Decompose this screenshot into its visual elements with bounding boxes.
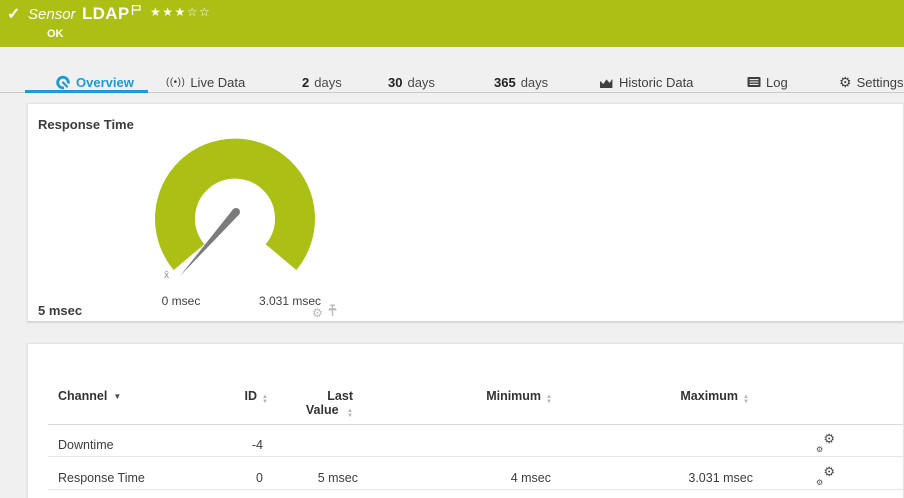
tab-overview[interactable]: Overview bbox=[55, 72, 134, 92]
channels-table: Channel ▼ ID ▲▼ Last Value ▲▼ Minimum ▲▼ Ma… bbox=[27, 343, 904, 498]
tab-label: days bbox=[314, 75, 341, 90]
pin-icon[interactable] bbox=[327, 304, 338, 322]
column-label: Minimum bbox=[486, 389, 541, 403]
column-header-maximum[interactable]: Maximum ▲▼ bbox=[639, 389, 749, 405]
flag-icon bbox=[131, 3, 143, 21]
priority-stars[interactable]: ★★★☆☆ bbox=[150, 5, 211, 19]
row-divider bbox=[48, 489, 903, 490]
tab-30-days[interactable]: 30 days bbox=[388, 72, 435, 92]
row-divider bbox=[48, 456, 903, 457]
response-time-gauge bbox=[141, 126, 341, 301]
gauge-average-marker: x̄ bbox=[164, 270, 169, 281]
tab-label: Settings bbox=[857, 75, 904, 90]
sensor-kind-label: Sensor bbox=[28, 6, 76, 23]
tab-label: Historic Data bbox=[619, 75, 693, 90]
cell-channel: Response Time bbox=[58, 471, 145, 485]
sort-icon: ▲▼ bbox=[743, 395, 749, 405]
sort-icon: ▲▼ bbox=[347, 409, 353, 419]
column-label: Last Value bbox=[306, 389, 353, 417]
sensor-status-badge: OK bbox=[47, 28, 64, 40]
column-header-last-value[interactable]: Last Value ▲▼ bbox=[297, 389, 353, 419]
tab-log[interactable]: Log bbox=[747, 72, 788, 92]
sensor-header: ✓ Sensor LDAP ★★★☆☆ OK bbox=[0, 0, 904, 47]
tab-historic-data[interactable]: Historic Data bbox=[599, 72, 693, 92]
header-divider bbox=[48, 424, 903, 425]
active-tab-underline bbox=[25, 90, 148, 93]
column-label: Maximum bbox=[680, 389, 738, 403]
current-value: 5 msec bbox=[38, 303, 82, 318]
gauge-min-label: 0 msec bbox=[151, 294, 211, 308]
gauge-icon bbox=[55, 74, 71, 90]
tab-label: Overview bbox=[76, 75, 134, 90]
area-chart-icon bbox=[599, 76, 614, 89]
status-check-icon: ✓ bbox=[7, 4, 20, 24]
cell-id: -4 bbox=[163, 438, 263, 452]
cell-id: 0 bbox=[163, 471, 263, 485]
log-icon bbox=[747, 76, 761, 88]
channel-settings-icon[interactable]: ⚙⚙ bbox=[817, 435, 835, 453]
column-header-minimum[interactable]: Minimum ▲▼ bbox=[442, 389, 552, 405]
column-header-id[interactable]: ID ▲▼ bbox=[168, 389, 268, 405]
sort-icon: ▲▼ bbox=[262, 395, 268, 405]
tab-number: 2 bbox=[302, 75, 309, 90]
tab-365-days[interactable]: 365 days bbox=[494, 72, 548, 92]
panel-gear-icon[interactable]: ⚙ bbox=[312, 307, 323, 319]
response-time-panel: Response Time x̄ 0 msec 3.031 msec 5 mse… bbox=[27, 103, 904, 322]
cell-channel: Downtime bbox=[58, 438, 114, 452]
tab-label: days bbox=[521, 75, 548, 90]
gear-icon: ⚙ bbox=[839, 75, 852, 89]
cell-maximum: 3.031 msec bbox=[633, 471, 753, 485]
tab-settings[interactable]: ⚙ Settings bbox=[839, 72, 904, 92]
tab-2-days[interactable]: 2 days bbox=[302, 72, 342, 92]
tab-number: 365 bbox=[494, 75, 516, 90]
prtg-sensor-page: ✓ Sensor LDAP ★★★☆☆ OK Overview ((•)) Li… bbox=[0, 0, 904, 498]
column-label: Channel bbox=[58, 389, 107, 403]
cell-minimum: 4 msec bbox=[431, 471, 551, 485]
live-data-icon: ((•)) bbox=[166, 77, 185, 88]
column-label: ID bbox=[245, 389, 258, 403]
sensor-name: LDAP bbox=[82, 4, 129, 24]
tab-label: days bbox=[407, 75, 434, 90]
tab-label: Live Data bbox=[190, 75, 245, 90]
tab-number: 30 bbox=[388, 75, 402, 90]
sort-icon: ▲▼ bbox=[546, 395, 552, 405]
column-header-channel[interactable]: Channel ▼ bbox=[58, 389, 121, 404]
tab-live-data[interactable]: ((•)) Live Data bbox=[166, 72, 245, 92]
cell-last-value: 5 msec bbox=[258, 471, 358, 485]
sort-desc-icon: ▼ bbox=[113, 392, 121, 401]
tab-label: Log bbox=[766, 75, 788, 90]
channel-settings-icon[interactable]: ⚙⚙ bbox=[817, 468, 835, 486]
panel-title: Response Time bbox=[38, 117, 134, 132]
